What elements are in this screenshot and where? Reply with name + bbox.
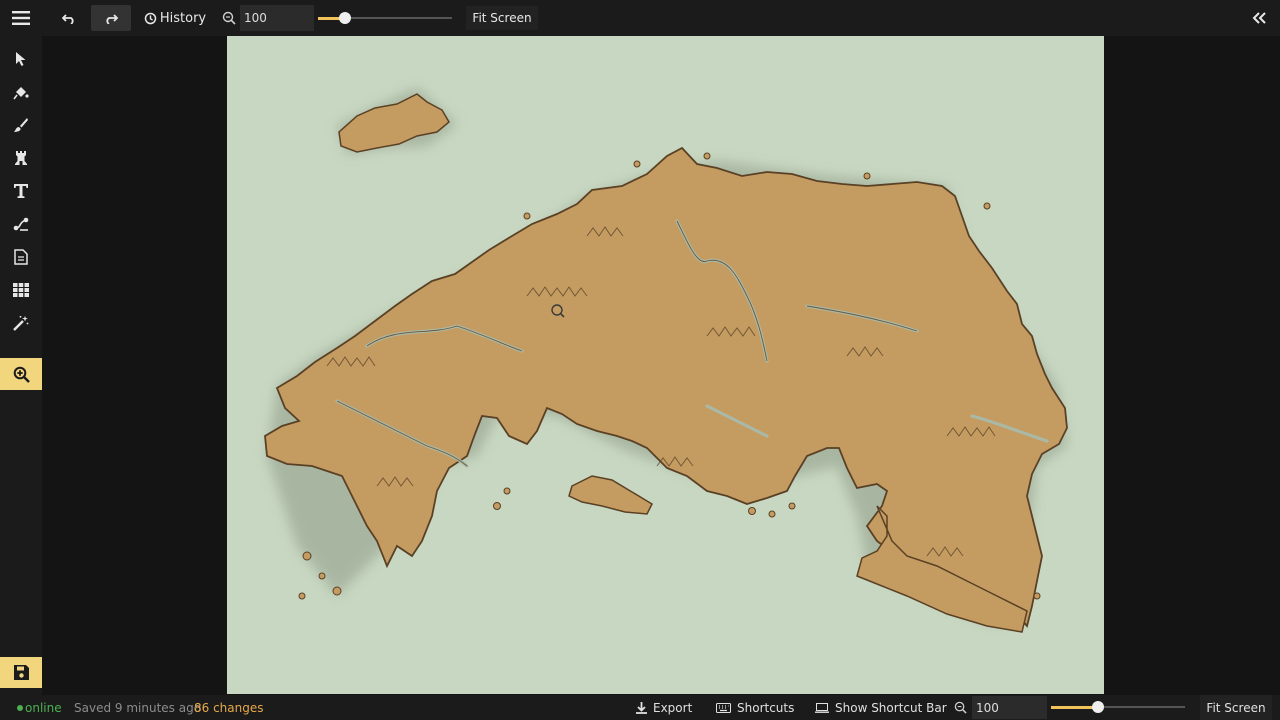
zoom-slider-bottom[interactable] (1051, 700, 1185, 714)
zoom-slider[interactable] (318, 11, 452, 25)
path-tool[interactable] (6, 211, 36, 237)
magic-wand-icon (13, 315, 29, 331)
undo-button[interactable] (51, 5, 87, 31)
export-label: Export (653, 700, 693, 715)
zoom-icon-bottom (954, 695, 967, 720)
menu-button[interactable] (6, 4, 36, 32)
shortcuts-button[interactable]: Shortcuts (716, 695, 794, 720)
map-canvas[interactable] (227, 36, 1104, 694)
select-tool[interactable] (6, 46, 36, 72)
path-icon (13, 217, 29, 231)
effects-tool[interactable] (6, 310, 36, 336)
zoom-icon (220, 8, 238, 28)
undo-icon (62, 14, 74, 24)
grid-icon (13, 283, 29, 297)
notes-tool[interactable] (6, 244, 36, 270)
online-status: online (17, 695, 62, 720)
online-label: online (25, 700, 62, 715)
export-button[interactable]: Export (636, 695, 692, 720)
history-button[interactable]: History (138, 5, 212, 31)
history-label: History (159, 10, 207, 26)
zoom-input[interactable] (240, 5, 314, 31)
keyboard-icon (716, 702, 731, 713)
shortcuts-label: Shortcuts (737, 700, 795, 715)
online-dot-icon (17, 704, 23, 711)
double-chevron-left-icon (1252, 12, 1266, 24)
top-toolbar: History Fit Screen (0, 0, 1280, 36)
map-artwork (227, 36, 1104, 694)
brush-icon (14, 118, 28, 132)
symbol-tool[interactable] (6, 145, 36, 171)
download-icon (636, 701, 647, 714)
text-tool[interactable] (6, 178, 36, 204)
history-icon (144, 12, 157, 24)
laptop-icon (815, 702, 829, 713)
zoom-slider-thumb[interactable] (339, 12, 351, 24)
saved-status: Saved 9 minutes ago (74, 700, 202, 715)
text-icon (14, 184, 28, 198)
floppy-disk-icon (13, 665, 29, 680)
show-shortcut-bar-button[interactable]: Show Shortcut Bar (815, 695, 947, 720)
zoom-input-bottom[interactable] (972, 696, 1047, 719)
redo-icon (106, 14, 118, 24)
paint-bucket-icon (13, 87, 29, 100)
brush-tool[interactable] (6, 112, 36, 138)
fill-tool[interactable] (6, 79, 36, 105)
hamburger-icon (12, 11, 30, 25)
zoom-slider-bottom-fill (1051, 706, 1098, 709)
zoom-slider-bottom-thumb[interactable] (1092, 701, 1104, 713)
fit-screen-button-bottom[interactable]: Fit Screen (1200, 695, 1272, 720)
grid-tool[interactable] (6, 277, 36, 303)
collapse-panel-button[interactable] (1248, 6, 1270, 30)
zoom-in-icon (13, 366, 30, 383)
castle-icon (15, 151, 27, 165)
document-icon (14, 249, 28, 265)
save-button[interactable] (0, 657, 42, 688)
fit-screen-button[interactable]: Fit Screen (466, 6, 538, 30)
show-shortcut-bar-label: Show Shortcut Bar (835, 700, 947, 715)
changes-count[interactable]: 86 changes (194, 695, 264, 720)
cursor-icon (16, 52, 26, 66)
left-toolbar (0, 36, 42, 695)
status-bar: online Saved 9 minutes ago 86 changes Ex… (0, 695, 1280, 720)
canvas-area[interactable] (42, 36, 1280, 695)
zoom-tool[interactable] (0, 358, 42, 390)
redo-button[interactable] (91, 5, 131, 31)
